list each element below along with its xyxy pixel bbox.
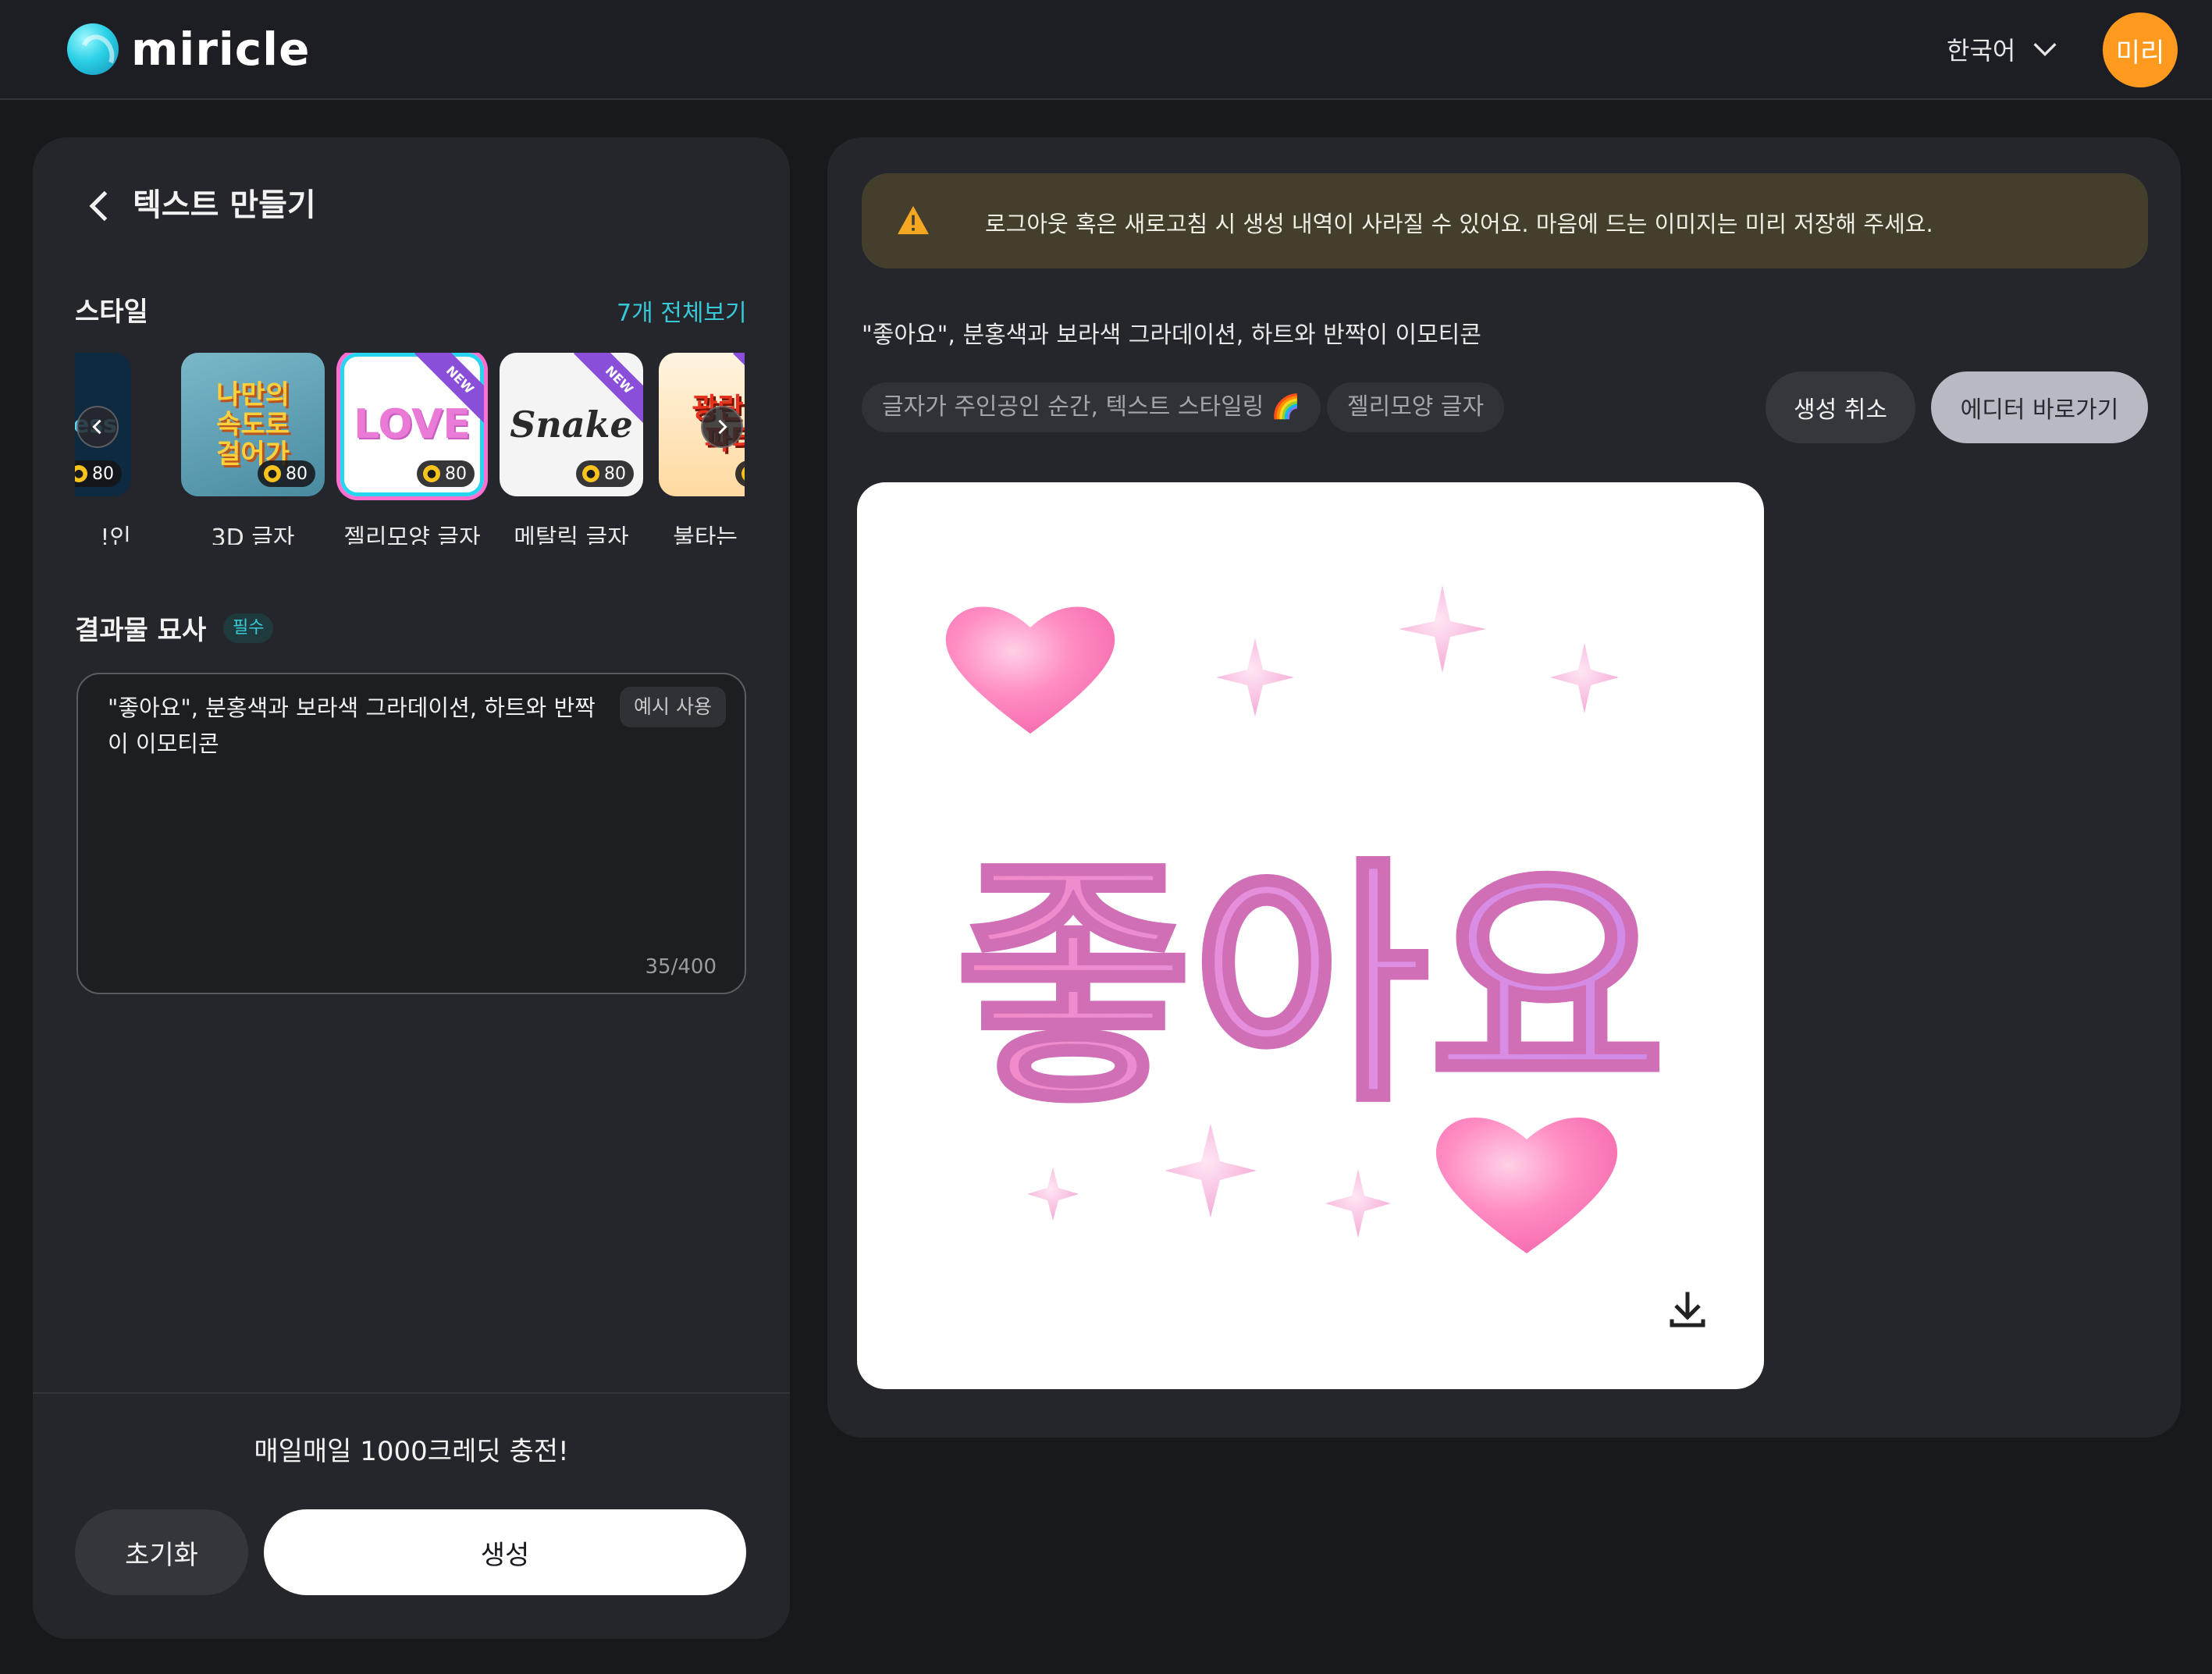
coin-icon: ●: [75, 465, 87, 482]
prompt-text: "좋아요", 분홍색과 보라색 그라데이션, 하트와 반짝이 이모티콘: [862, 322, 1481, 349]
style-card[interactable]: ess ●80 !인: [75, 353, 131, 545]
character-counter: 35/400: [645, 955, 717, 979]
use-example-button[interactable]: 예시 사용: [620, 687, 726, 727]
required-badge: 필수: [223, 613, 274, 643]
style-thumbnail: Snake NEW ● 80: [500, 353, 643, 496]
see-all-styles-link[interactable]: 7개 전체보기: [617, 293, 747, 328]
style-label: 메탈릭 글자: [514, 524, 629, 545]
back-arrow-icon[interactable]: [76, 183, 123, 229]
result-text: 좋아요: [955, 837, 1666, 1136]
coin-icon: ●: [423, 465, 440, 482]
go-to-editor-button[interactable]: 에디터 바로가기: [1931, 371, 2148, 443]
credit-badge: ● 80: [258, 460, 315, 487]
credit-badge: ● 80: [576, 460, 634, 487]
result-image[interactable]: 좋아요: [857, 482, 1764, 1389]
chevron-right-icon: [718, 419, 727, 435]
description-value[interactable]: "좋아요", 분홍색과 보라색 그라데이션, 하트와 반짝이 이모티콘: [108, 690, 607, 762]
language-label: 한국어: [1947, 36, 2016, 66]
style-section-label: 스타일: [75, 297, 148, 328]
credit-value: 80: [286, 464, 308, 484]
credit-value: 80: [604, 464, 626, 484]
warning-banner: 로그아웃 혹은 새로고침 시 생성 내역이 사라질 수 있어요. 마음에 드는 …: [862, 173, 2148, 268]
carousel-next-button[interactable]: [701, 406, 743, 448]
description-textarea[interactable]: "좋아요", 분홍색과 보라색 그라데이션, 하트와 반짝이 이모티콘 예시 사…: [76, 673, 746, 994]
heart-bottom-right: [1435, 1117, 1618, 1253]
coin-icon: ●: [264, 465, 281, 482]
divider: [33, 1392, 790, 1394]
language-selector[interactable]: 한국어: [1947, 31, 2061, 67]
download-icon[interactable]: [1664, 1286, 1711, 1333]
top-bar: miricle 한국어 미리: [0, 0, 2212, 100]
panel-title: 텍스트 만들기: [133, 187, 316, 223]
style-carousel: ess ●80 !인 나만의 속도로 걸어가 ●80 3D 글자 LOVE NE…: [75, 353, 745, 545]
style-chip: 젤리모양 글자: [1327, 382, 1505, 432]
credit-promo-text: 매일매일 1000크레딧 충전!: [254, 1436, 569, 1467]
create-panel: 텍스트 만들기 스타일 7개 전체보기 ess ●80 !인 나만의 속도로 걸…: [33, 137, 790, 1639]
credit-value: 80: [445, 464, 467, 484]
avatar[interactable]: 미리: [2103, 12, 2178, 87]
chevron-left-icon: [92, 419, 101, 435]
coin-icon: ●: [582, 465, 599, 482]
style-thumbnail: LOVE NEW ● 80: [340, 353, 484, 496]
logo[interactable]: miricle: [67, 23, 311, 76]
style-label: !인: [100, 524, 131, 545]
description-section-label: 결과물 묘사: [75, 615, 207, 646]
credit-badge: ● 80: [75, 460, 122, 487]
style-card-jelly[interactable]: LOVE NEW ● 80 젤리모양 글자: [340, 353, 484, 545]
style-label: 젤리모양 글자: [343, 524, 481, 545]
chevron-down-icon: [2033, 43, 2057, 57]
carousel-prev-button[interactable]: [76, 406, 119, 448]
heart-top-left: [945, 606, 1115, 734]
warning-text: 로그아웃 혹은 새로고침 시 생성 내역이 사라질 수 있어요. 마음에 드는 …: [985, 211, 1933, 237]
result-artwork: 좋아요: [945, 585, 1668, 1253]
result-panel: 로그아웃 혹은 새로고침 시 생성 내역이 사라질 수 있어요. 마음에 드는 …: [827, 137, 2181, 1438]
generate-button[interactable]: 생성: [264, 1509, 746, 1595]
reset-button[interactable]: 초기화: [75, 1509, 248, 1595]
style-card-fire[interactable]: 광란의 파티 NEW ●80 불타는 글자: [659, 353, 745, 545]
logo-text: miricle: [131, 23, 311, 76]
credit-value: 80: [92, 464, 114, 484]
style-label: 3D 글자: [211, 524, 295, 545]
cancel-generation-button[interactable]: 생성 취소: [1766, 371, 1915, 443]
style-chip: 글자가 주인공인 순간, 텍스트 스타일링 🌈: [862, 382, 1321, 432]
credit-badge: ● 80: [417, 460, 475, 487]
style-card-3d[interactable]: 나만의 속도로 걸어가 ● 80 3D 글자: [181, 353, 325, 545]
warning-icon: [898, 205, 929, 235]
style-card-metallic[interactable]: Snake NEW ● 80 메탈릭 글자: [500, 353, 643, 545]
style-thumbnail: 나만의 속도로 걸어가 ● 80: [181, 353, 325, 496]
style-label: 불타는 글자: [673, 524, 745, 545]
logo-icon: [67, 23, 119, 75]
coin-icon: ●: [741, 465, 745, 482]
